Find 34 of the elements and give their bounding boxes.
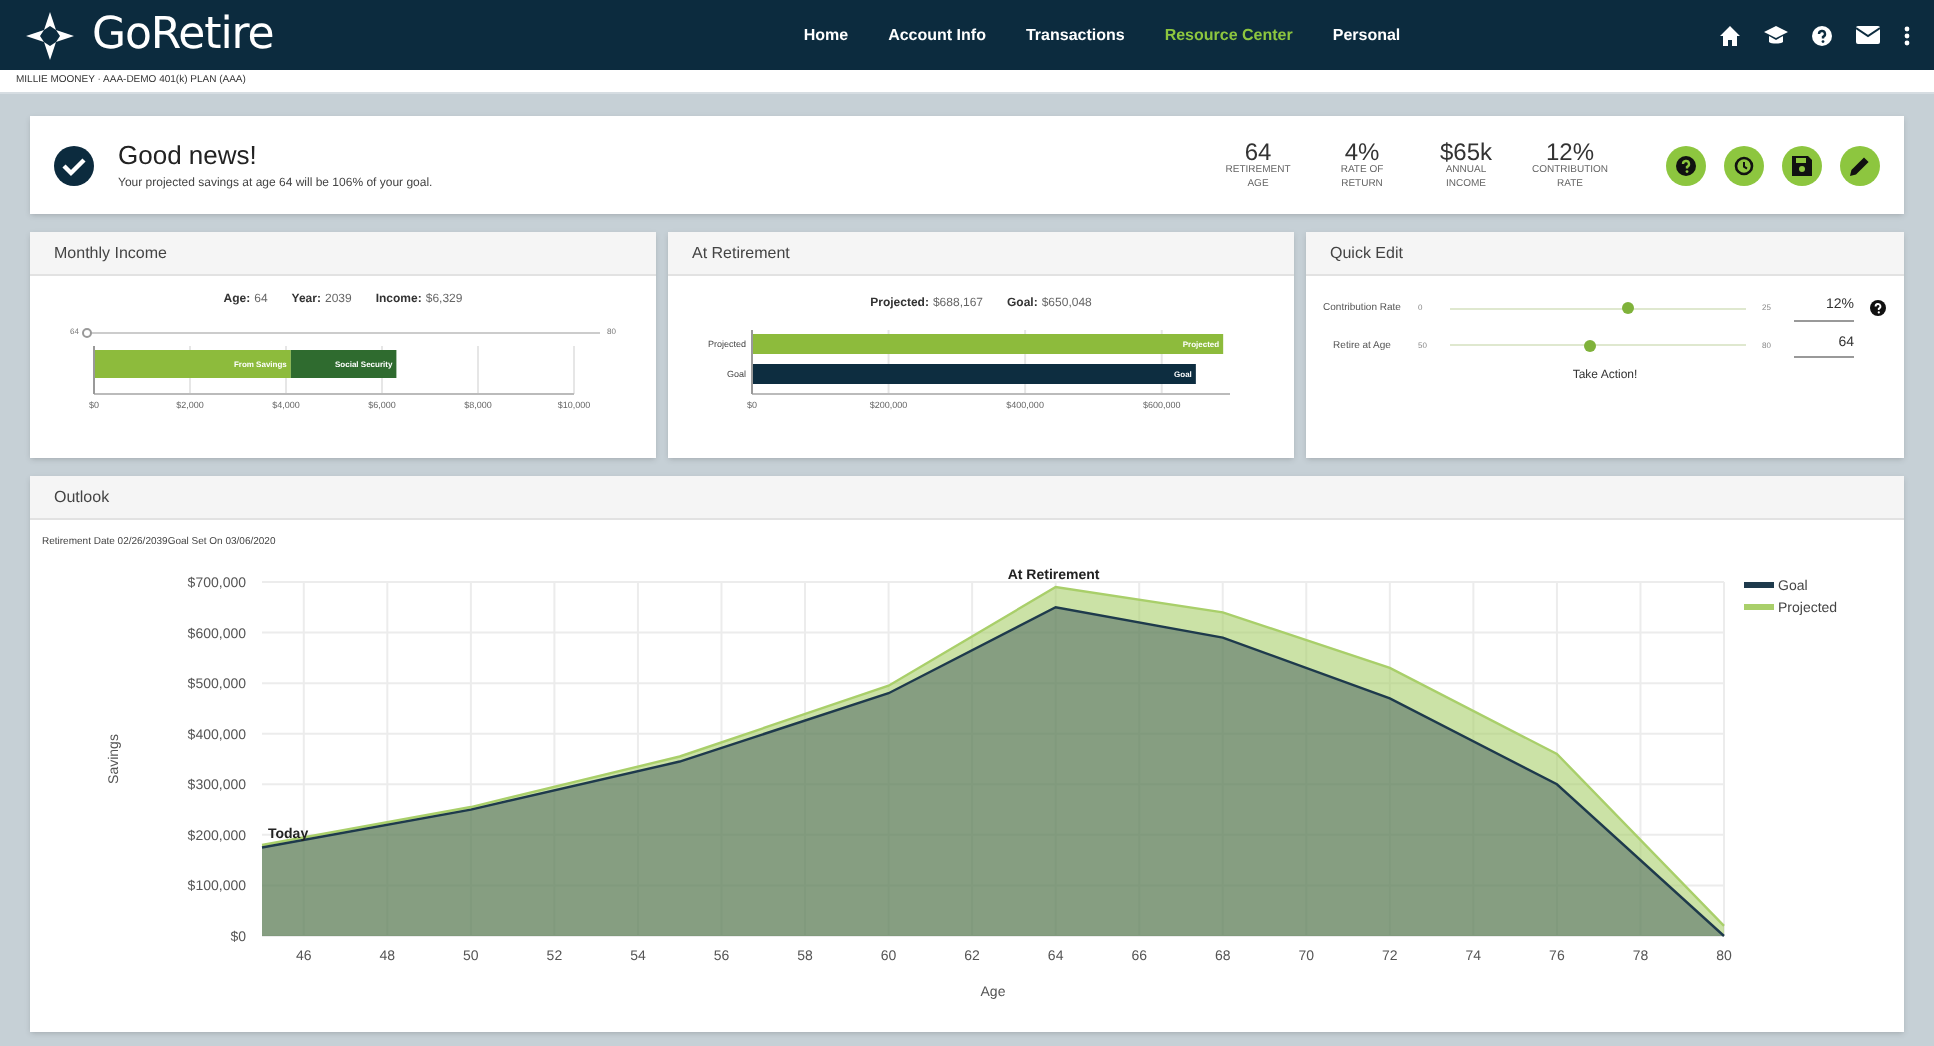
nav-link[interactable]: Account Info bbox=[888, 23, 986, 47]
edit-button[interactable] bbox=[1840, 145, 1880, 185]
history-button[interactable] bbox=[1724, 145, 1764, 185]
slider[interactable] bbox=[1450, 339, 1746, 352]
stat-value: 4% bbox=[1344, 140, 1380, 165]
nav-link[interactable]: Transactions bbox=[1025, 23, 1125, 47]
panel-title: At Retirement bbox=[692, 241, 790, 265]
nav-link[interactable]: Personal bbox=[1332, 23, 1401, 47]
slider[interactable] bbox=[1450, 302, 1746, 315]
stat-value: $65k bbox=[1439, 140, 1493, 165]
help-button[interactable] bbox=[1666, 145, 1706, 185]
panel-title: Monthly Income bbox=[54, 241, 167, 265]
nav-link[interactable]: Resource Center bbox=[1164, 23, 1293, 47]
graduation-cap-icon[interactable] bbox=[1764, 25, 1788, 45]
summary-title: Good news! bbox=[118, 138, 259, 175]
more-icon[interactable] bbox=[1904, 25, 1910, 45]
help-icon bbox=[1676, 155, 1696, 175]
nav-link[interactable]: Home bbox=[803, 23, 849, 47]
compass-logo-icon bbox=[24, 9, 76, 61]
panel-title: Outlook bbox=[54, 485, 110, 509]
pencil-icon bbox=[1850, 155, 1870, 175]
save-button[interactable] bbox=[1782, 145, 1822, 185]
logo-text: GoRetire bbox=[92, 8, 274, 64]
help-icon[interactable] bbox=[1870, 300, 1886, 317]
panel-title: Quick Edit bbox=[1330, 241, 1403, 265]
history-icon bbox=[1734, 155, 1754, 175]
mail-icon[interactable] bbox=[1856, 26, 1880, 44]
help-icon[interactable] bbox=[1812, 25, 1832, 45]
checkmark-icon bbox=[54, 145, 94, 185]
home-icon[interactable] bbox=[1720, 25, 1740, 45]
stat-value: 12% bbox=[1545, 140, 1595, 165]
save-icon bbox=[1792, 155, 1812, 175]
stat-value: 64 bbox=[1244, 140, 1272, 165]
age-slider[interactable] bbox=[86, 327, 600, 337]
